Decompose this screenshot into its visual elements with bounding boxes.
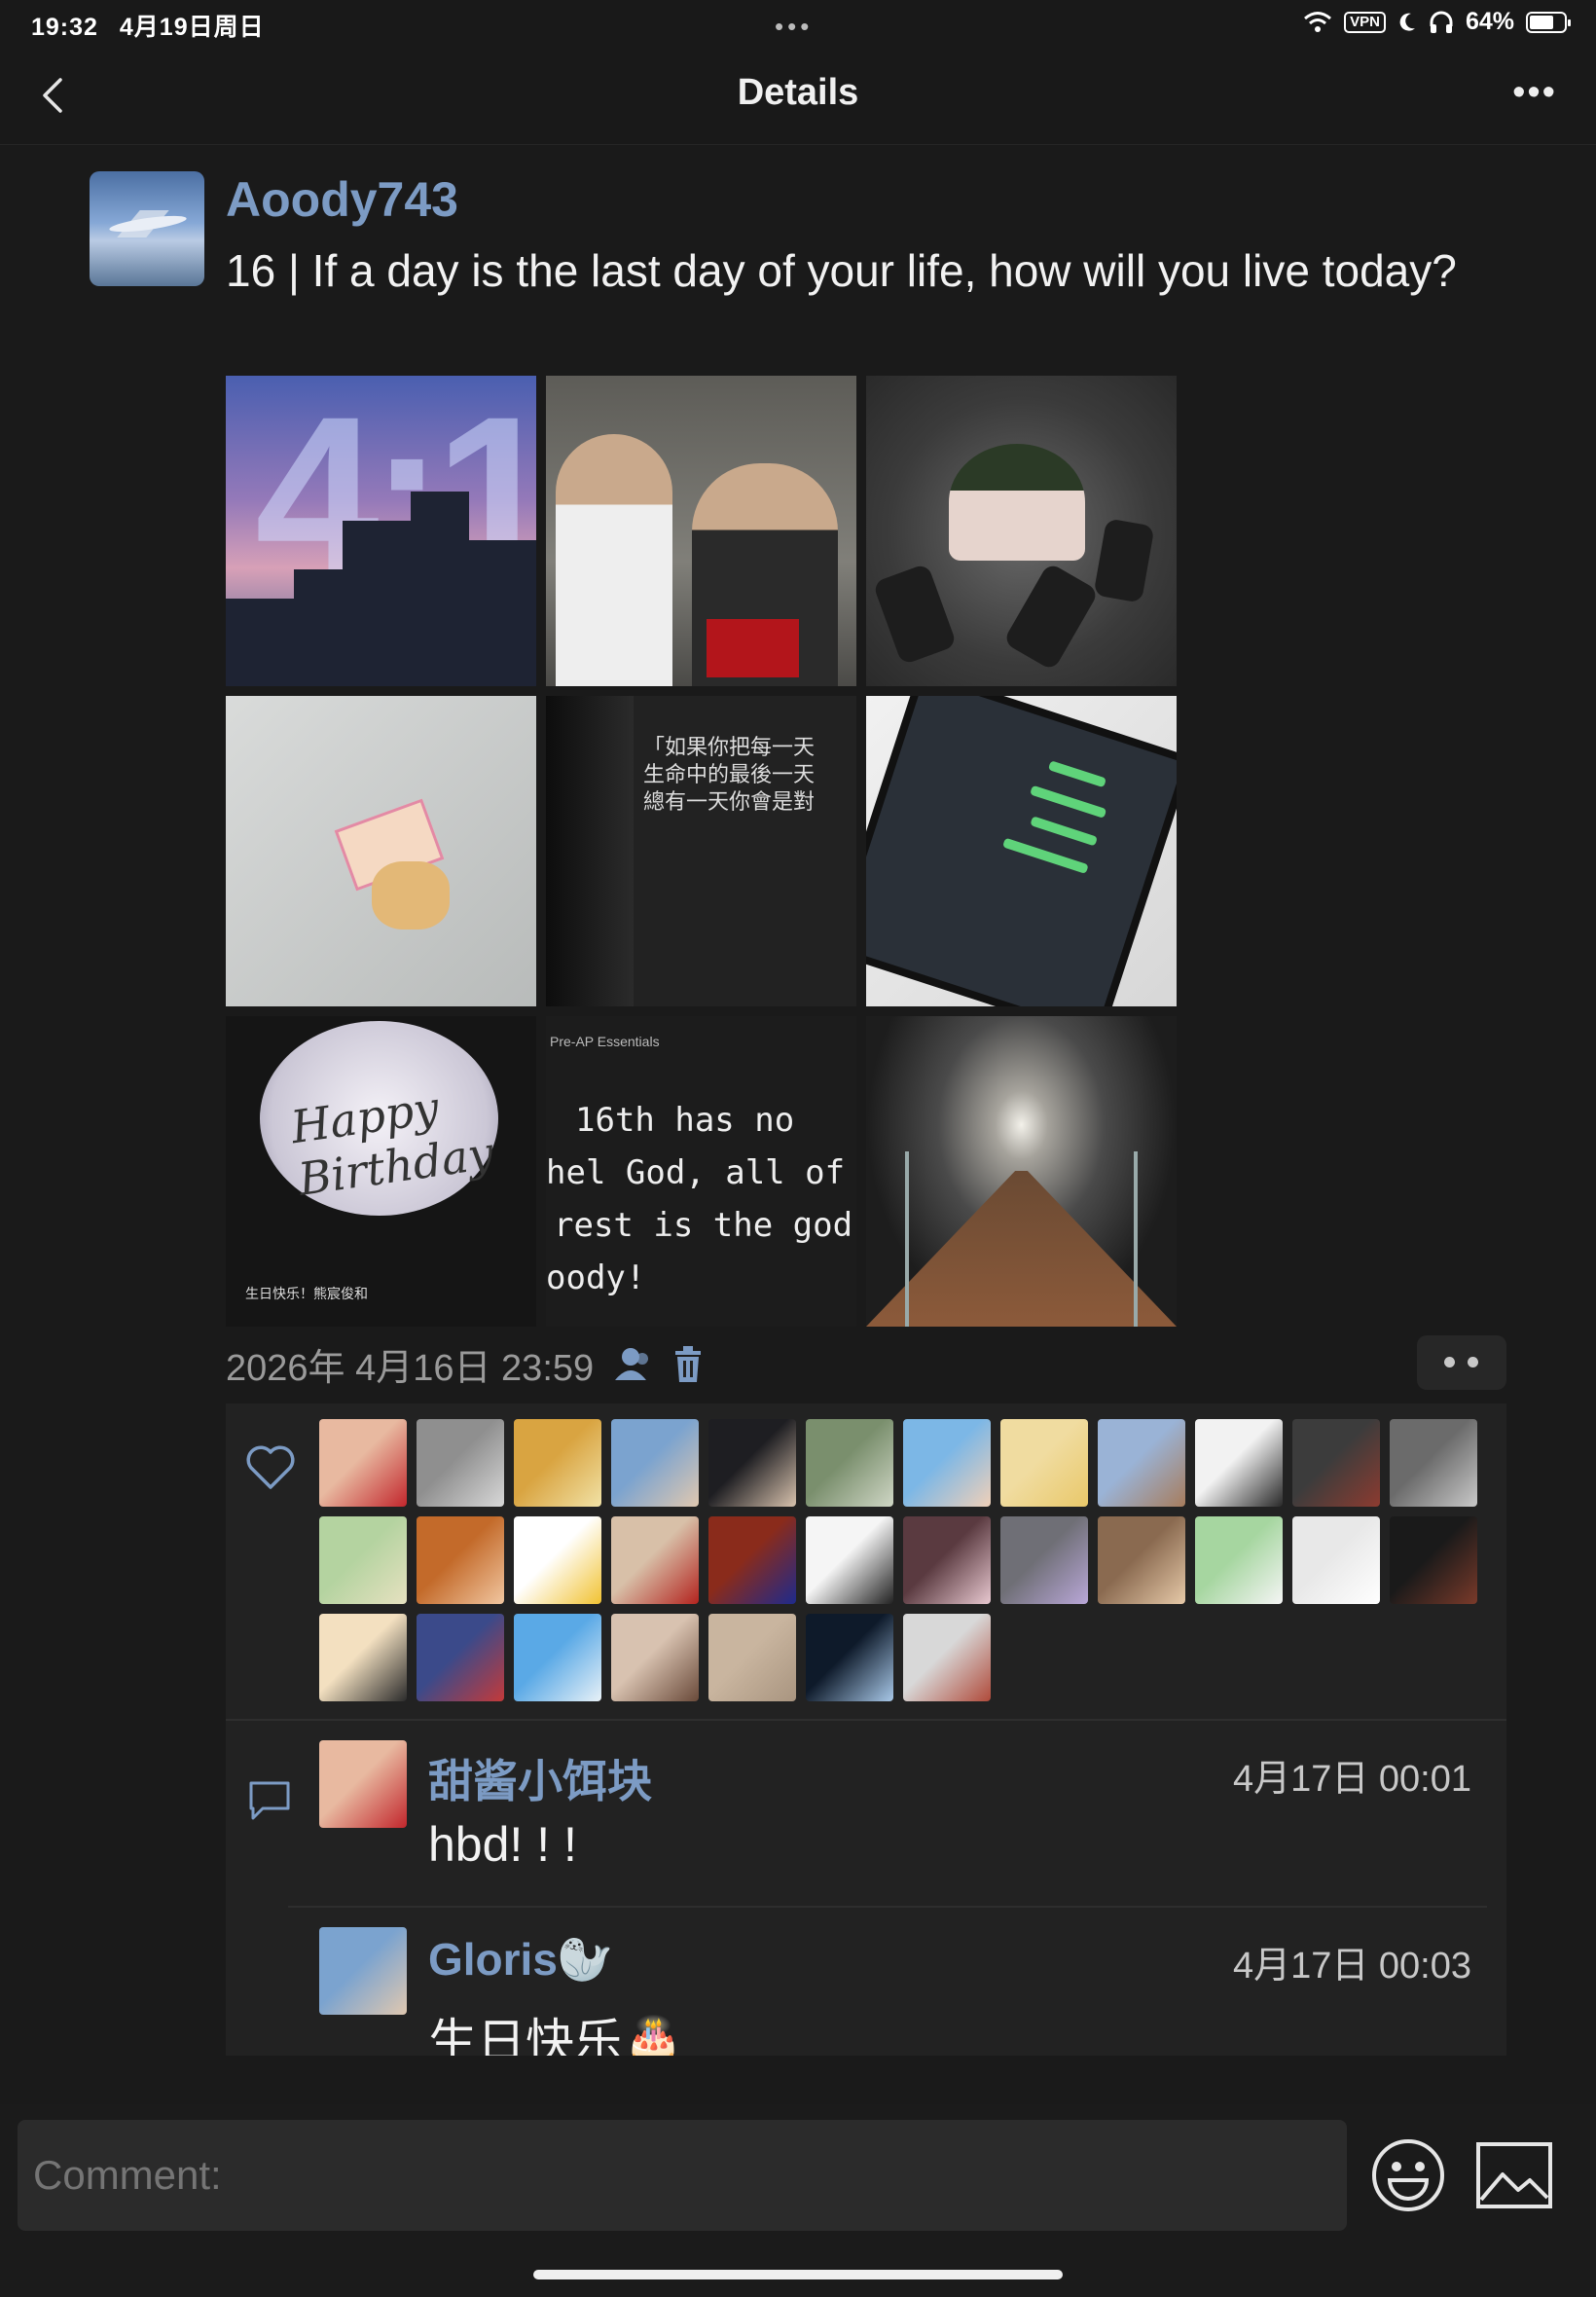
photo-5-quote-text: 「如果你把每一天 生命中的最後一天 總有一天你會是對	[643, 736, 816, 815]
liker-avatar[interactable]	[806, 1516, 893, 1604]
image-picker-icon[interactable]	[1475, 2141, 1553, 2209]
liker-avatar[interactable]	[1000, 1516, 1088, 1604]
liker-avatar[interactable]	[1292, 1419, 1380, 1507]
liker-avatar[interactable]	[1292, 1516, 1380, 1604]
liker-avatar[interactable]	[708, 1516, 796, 1604]
likes-divider	[226, 1719, 1506, 1721]
battery-icon	[1526, 11, 1571, 33]
liker-avatar[interactable]	[708, 1614, 796, 1701]
photo-grid: 4:16 「如果你把每一天 生命中的最後一天 總有一天你會是對 Happy Bi…	[226, 376, 1179, 1327]
liker-avatar[interactable]	[806, 1614, 893, 1701]
comment-composer	[0, 2104, 1596, 2297]
home-indicator[interactable]	[533, 2270, 1063, 2279]
delete-trash-icon[interactable]	[671, 1345, 705, 1384]
comment-divider	[288, 1906, 1487, 1908]
photo-1-date-cityscape[interactable]: 4:16	[226, 376, 536, 686]
status-time: 19:32	[31, 14, 98, 41]
status-date: 4月19日周日	[119, 14, 265, 41]
photo-5-quote-poster[interactable]: 「如果你把每一天 生命中的最後一天 總有一天你會是對	[546, 696, 856, 1006]
moon-icon	[1399, 13, 1415, 31]
status-bar: 19:32 4月19日周日 ••• VPN 64%	[0, 0, 1596, 47]
photo-8-text: 16th has no hel God, all of rest is the …	[546, 1101, 853, 1297]
emoji-icon[interactable]	[1370, 2137, 1446, 2213]
comment-author[interactable]: Gloris🦭	[428, 1933, 613, 1987]
liker-avatar[interactable]	[708, 1419, 796, 1507]
comment-icon	[249, 1781, 290, 1820]
photo-7-caption: 生日快乐！熊宸俊和	[245, 1286, 368, 1301]
comment-time: 4月17日 00:03	[1232, 1946, 1471, 1987]
photo-8-text-screenshot[interactable]: Pre-AP Essentials 16th has no hel God, a…	[546, 1016, 856, 1327]
photo-3-birthday-cake[interactable]	[866, 376, 1177, 686]
likes-comments-panel: 甜酱小饵块 4月17日 00:01 hbd! ! ! Gloris🦭 4月17日…	[226, 1404, 1506, 2056]
liker-avatar[interactable]	[514, 1419, 601, 1507]
photo-8-header: Pre-AP Essentials	[550, 1034, 660, 1049]
post-meta: 2026年 4月16日 23:59	[226, 1337, 705, 1391]
wifi-icon	[1304, 11, 1332, 32]
comment-text: hbd! ! !	[428, 1817, 577, 1872]
more-options-icon[interactable]: •••	[1512, 72, 1557, 114]
liker-avatar[interactable]	[514, 1516, 601, 1604]
author-username[interactable]: Aoody743	[226, 171, 458, 228]
liker-avatar[interactable]	[903, 1419, 991, 1507]
liker-avatar[interactable]	[611, 1516, 699, 1604]
page-title: Details	[737, 72, 859, 113]
liker-avatar[interactable]	[1390, 1419, 1477, 1507]
comment-1[interactable]: 甜酱小饵块 4月17日 00:01 hbd! ! !	[319, 1740, 1487, 1896]
liker-avatar[interactable]	[806, 1419, 893, 1507]
visibility-people-icon[interactable]	[611, 1345, 654, 1384]
liker-avatar[interactable]	[417, 1516, 504, 1604]
liker-avatar[interactable]	[1195, 1419, 1283, 1507]
liker-avatar[interactable]	[1390, 1516, 1477, 1604]
post-text: 16 | If a day is the last day of your li…	[226, 245, 1457, 296]
comment-time: 4月17日 00:01	[1232, 1759, 1471, 1800]
author-avatar[interactable]	[90, 171, 204, 286]
status-indicators: VPN 64%	[1303, 8, 1571, 36]
comment-input[interactable]	[18, 2120, 1347, 2231]
multitasking-dots-icon[interactable]: •••	[775, 12, 813, 42]
liker-avatar[interactable]	[1098, 1419, 1185, 1507]
liker-avatar[interactable]	[319, 1614, 407, 1701]
post-timestamp: 2026年 4月16日 23:59	[226, 1348, 595, 1389]
battery-percent: 64%	[1465, 8, 1514, 35]
comment-avatar[interactable]	[319, 1740, 407, 1828]
status-time-date: 19:32 4月19日周日	[31, 8, 265, 43]
liker-avatar[interactable]	[903, 1516, 991, 1604]
vpn-badge: VPN	[1344, 11, 1386, 33]
comment-text: 生日快乐🎂	[428, 2015, 684, 2056]
headphones-icon	[1430, 11, 1453, 33]
liker-avatar[interactable]	[1098, 1516, 1185, 1604]
liker-avatar[interactable]	[1000, 1419, 1088, 1507]
likers-avatar-grid	[319, 1419, 1477, 1701]
liker-avatar[interactable]	[417, 1419, 504, 1507]
liker-avatar[interactable]	[514, 1614, 601, 1701]
photo-2-two-people[interactable]	[546, 376, 856, 686]
liker-avatar[interactable]	[319, 1516, 407, 1604]
photo-4-cake-topper[interactable]	[226, 696, 536, 1006]
photo-6-tablet-chat[interactable]	[866, 696, 1177, 1006]
liker-avatar[interactable]	[319, 1419, 407, 1507]
liker-avatar[interactable]	[903, 1614, 991, 1701]
heart-icon	[246, 1445, 295, 1489]
comment-avatar[interactable]	[319, 1927, 407, 2015]
photo-7-happy-birthday[interactable]: Happy Birthday 生日快乐！熊宸俊和	[226, 1016, 536, 1327]
liker-avatar[interactable]	[611, 1614, 699, 1701]
liker-avatar[interactable]	[1195, 1516, 1283, 1604]
comment-2[interactable]: Gloris🦭 4月17日 00:03 生日快乐🎂	[319, 1927, 1487, 2056]
navigation-bar: Details •••	[0, 47, 1596, 145]
comment-author[interactable]: 甜酱小饵块	[428, 1746, 652, 1810]
liker-avatar[interactable]	[611, 1419, 699, 1507]
liker-avatar[interactable]	[417, 1614, 504, 1701]
like-comment-menu-button[interactable]	[1417, 1335, 1506, 1390]
photo-9-tunnel[interactable]	[866, 1016, 1177, 1327]
